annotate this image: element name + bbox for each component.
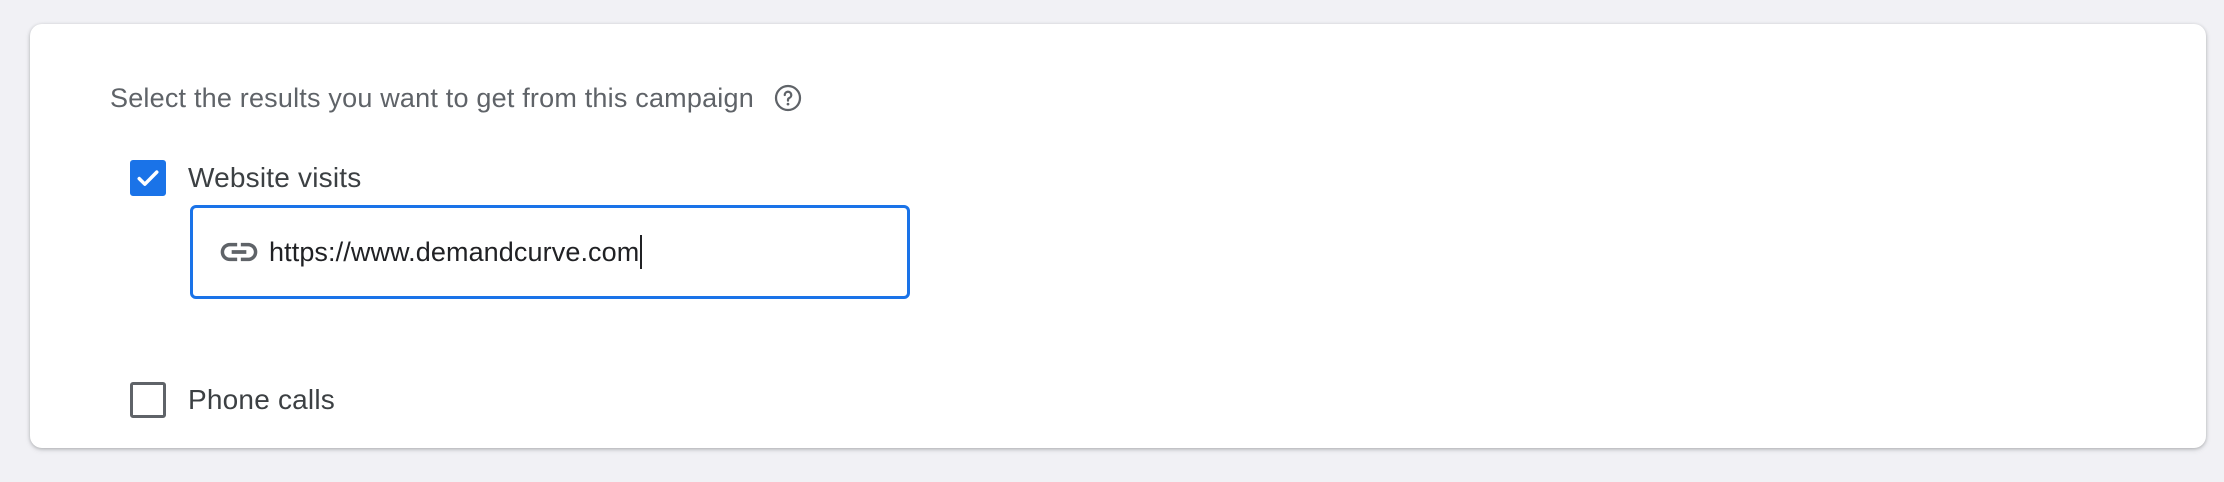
help-circle-icon[interactable] — [772, 82, 804, 114]
phone-calls-checkbox[interactable] — [130, 382, 166, 418]
website-url-input[interactable]: https://www.demandcurve.com — [269, 237, 639, 268]
section-question: Select the results you want to get from … — [110, 76, 804, 120]
phone-calls-option[interactable]: Phone calls — [130, 378, 335, 422]
campaign-results-card: Select the results you want to get from … — [30, 24, 2206, 448]
website-visits-checkbox[interactable] — [130, 160, 166, 196]
checkmark-icon — [137, 170, 159, 186]
text-cursor — [640, 235, 643, 269]
phone-calls-label: Phone calls — [188, 384, 335, 415]
website-url-field[interactable]: https://www.demandcurve.com — [190, 205, 910, 299]
website-visits-option[interactable]: Website visits — [130, 156, 361, 200]
link-icon — [217, 230, 261, 274]
question-text: Select the results you want to get from … — [110, 82, 754, 113]
website-visits-label: Website visits — [188, 162, 362, 193]
